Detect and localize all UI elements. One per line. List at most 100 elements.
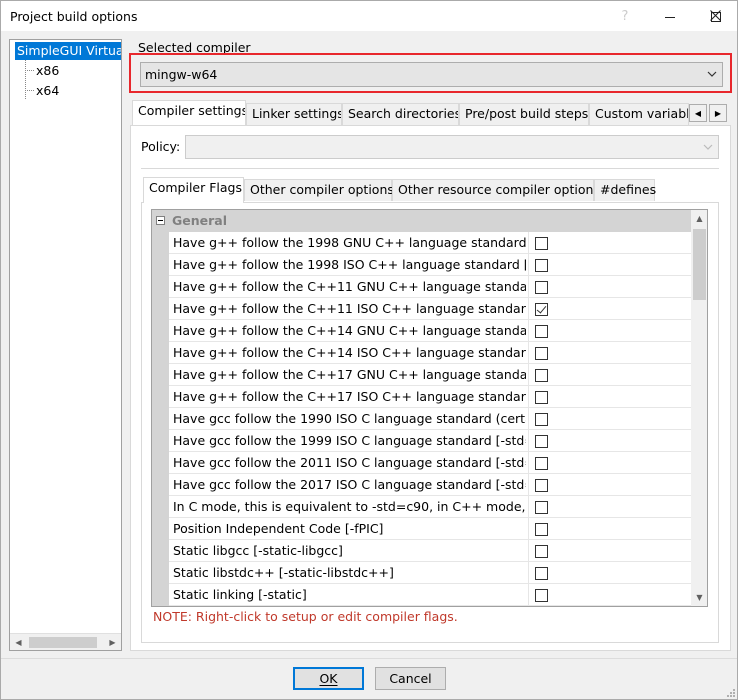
flag-checkbox[interactable]	[535, 413, 548, 426]
dialog-client-area: SimpleGUI Virtual x86 x64 ◀ ▶ Selected c…	[0, 31, 738, 700]
policy-select[interactable]	[185, 135, 719, 159]
flag-checkbox[interactable]	[535, 237, 548, 250]
column-divider	[528, 430, 529, 452]
flag-row[interactable]: In C mode, this is equivalent to -std=c9…	[169, 496, 691, 518]
flag-row[interactable]: Have g++ follow the C++11 GNU C++ langua…	[169, 276, 691, 298]
flag-row[interactable]: Have gcc follow the 1990 ISO C language …	[169, 408, 691, 430]
flag-row[interactable]: Have g++ follow the C++17 GNU C++ langua…	[169, 364, 691, 386]
tab-pre-post-build-steps[interactable]: Pre/post build steps	[459, 103, 589, 125]
tree-horizontal-scrollbar[interactable]: ◀ ▶	[10, 633, 121, 650]
flag-row[interactable]: Static libstdc++ [-static-libstdc++]	[169, 562, 691, 584]
flag-checkbox[interactable]	[535, 347, 548, 360]
scroll-right-icon[interactable]: ▶	[104, 634, 121, 650]
flag-label: Static linking [-static]	[173, 587, 307, 602]
grid-vertical-scrollbar[interactable]: ▲ ▼	[691, 210, 707, 606]
column-divider	[528, 320, 529, 342]
flag-checkbox[interactable]	[535, 589, 548, 602]
cancel-button[interactable]: Cancel	[375, 667, 446, 690]
flag-label: Have gcc follow the 1990 ISO C language …	[173, 411, 526, 426]
column-divider	[528, 276, 529, 298]
tab-scroll-left-button[interactable]: ◀	[689, 104, 707, 122]
flag-row[interactable]: Have g++ follow the C++11 ISO C++ langua…	[169, 298, 691, 320]
flag-label: Have g++ follow the 1998 GNU C++ languag…	[173, 235, 526, 250]
policy-label: Policy:	[141, 139, 181, 154]
column-divider	[528, 496, 529, 518]
scrollbar-thumb[interactable]	[693, 229, 706, 300]
flag-checkbox[interactable]	[535, 457, 548, 470]
flag-checkbox[interactable]	[535, 281, 548, 294]
flag-label: Have g++ follow the C++14 GNU C++ langua…	[173, 323, 526, 338]
collapse-icon[interactable]	[156, 216, 165, 225]
tab-other-resource-compiler-options[interactable]: Other resource compiler options	[392, 179, 600, 201]
flag-label: Have g++ follow the C++14 ISO C++ langua…	[173, 345, 526, 360]
flag-checkbox[interactable]	[535, 567, 548, 580]
scroll-down-icon[interactable]: ▼	[691, 589, 707, 606]
ok-button[interactable]: OK	[293, 667, 364, 690]
tab-custom-variables[interactable]: Custom variable	[589, 103, 689, 125]
flag-checkbox[interactable]	[535, 435, 548, 448]
tab-scroll-right-button[interactable]: ▶	[709, 104, 727, 122]
minimize-button[interactable]	[647, 1, 693, 32]
flag-row[interactable]: Position Independent Code [-fPIC]	[169, 518, 691, 540]
tree-item-project[interactable]: SimpleGUI Virtual	[15, 42, 121, 60]
tree-item-x86[interactable]: x86	[36, 63, 59, 79]
flag-row[interactable]: Have gcc follow the 2011 ISO C language …	[169, 452, 691, 474]
column-divider	[528, 254, 529, 276]
tab-linker-settings[interactable]: Linker settings	[246, 103, 342, 125]
flag-checkbox[interactable]	[535, 501, 548, 514]
tree-line	[25, 90, 34, 91]
flag-row[interactable]: Have g++ follow the C++14 ISO C++ langua…	[169, 342, 691, 364]
flag-checkbox[interactable]	[535, 479, 548, 492]
cancel-button-label: Cancel	[389, 671, 432, 686]
flag-label: Have g++ follow the C++17 GNU C++ langua…	[173, 367, 526, 382]
column-divider	[528, 474, 529, 496]
resize-grip-icon[interactable]	[725, 687, 735, 697]
flag-checkbox[interactable]	[535, 523, 548, 536]
flag-label: In C mode, this is equivalent to -std=c9…	[173, 499, 526, 514]
tab-compiler-flags[interactable]: Compiler Flags	[143, 177, 244, 203]
flag-row[interactable]: Have g++ follow the 1998 ISO C++ languag…	[169, 254, 691, 276]
flag-row[interactable]: Have g++ follow the C++17 ISO C++ langua…	[169, 386, 691, 408]
scrollbar-thumb[interactable]	[29, 637, 97, 648]
column-divider	[528, 386, 529, 408]
close-button[interactable]	[692, 0, 738, 31]
column-divider	[528, 408, 529, 430]
column-divider	[528, 540, 529, 562]
flag-row[interactable]: Have gcc follow the 1999 ISO C language …	[169, 430, 691, 452]
scroll-left-icon[interactable]: ◀	[10, 634, 27, 650]
tab-compiler-settings[interactable]: Compiler settings	[132, 100, 246, 125]
note-text: NOTE: Right-click to setup or edit compi…	[153, 609, 458, 624]
flag-row[interactable]: Have g++ follow the 1998 GNU C++ languag…	[169, 232, 691, 254]
flag-checkbox[interactable]	[535, 545, 548, 558]
flag-row[interactable]: Static linking [-static]	[169, 584, 691, 606]
flag-checkbox[interactable]	[535, 325, 548, 338]
ok-button-label: OK	[319, 671, 338, 686]
flag-label: Position Independent Code [-fPIC]	[173, 521, 384, 536]
column-divider	[528, 232, 529, 254]
tab-defines[interactable]: #defines	[594, 179, 656, 201]
flag-label: Have g++ follow the 1998 ISO C++ languag…	[173, 257, 526, 272]
divider	[1, 658, 737, 659]
category-name: General	[172, 213, 227, 228]
flag-label: Have g++ follow the C++17 ISO C++ langua…	[173, 389, 526, 404]
flag-row[interactable]: Static libgcc [-static-libgcc]	[169, 540, 691, 562]
scroll-up-icon[interactable]: ▲	[691, 210, 707, 227]
flag-row[interactable]: Have gcc follow the 2017 ISO C language …	[169, 474, 691, 496]
flag-label: Have g++ follow the C++11 ISO C++ langua…	[173, 301, 526, 316]
flag-checkbox[interactable]	[535, 391, 548, 404]
flag-checkbox[interactable]	[535, 369, 548, 382]
flag-label: Static libstdc++ [-static-libstdc++]	[173, 565, 394, 580]
minimize-icon	[665, 16, 675, 18]
tab-search-directories[interactable]: Search directories	[342, 103, 459, 125]
help-button[interactable]: ?	[602, 1, 648, 32]
tree-line	[25, 60, 26, 99]
flag-checkbox[interactable]	[535, 303, 548, 316]
column-divider	[528, 562, 529, 584]
compiler-select[interactable]: mingw-w64	[140, 62, 723, 87]
flag-row[interactable]: Have g++ follow the C++14 GNU C++ langua…	[169, 320, 691, 342]
flag-checkbox[interactable]	[535, 259, 548, 272]
category-row[interactable]: General	[152, 210, 691, 232]
flag-label: Have gcc follow the 2011 ISO C language …	[173, 455, 526, 470]
tree-item-x64[interactable]: x64	[36, 83, 59, 99]
tab-other-compiler-options[interactable]: Other compiler options	[244, 179, 394, 201]
